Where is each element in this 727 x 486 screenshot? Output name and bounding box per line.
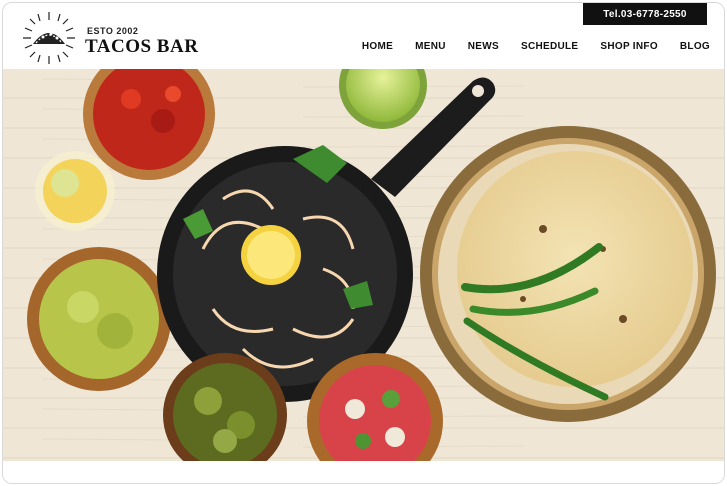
brand-name: TACOS BAR (85, 36, 199, 57)
browser-frame: ESTO 2002 TACOS BAR Tel.03-6778-2550 HOM… (2, 2, 725, 484)
page-bottom-strip (3, 461, 724, 483)
site-header: ESTO 2002 TACOS BAR Tel.03-6778-2550 HOM… (3, 3, 724, 69)
nav-news[interactable]: NEWS (468, 41, 499, 52)
drink-glass (35, 151, 115, 231)
tortilla-basket (420, 126, 716, 422)
established-year: ESTO 2002 (87, 26, 139, 36)
main-navigation: HOME MENU NEWS SCHEDULE SHOP INFO BLOG (340, 41, 710, 52)
food-spread-illustration (3, 69, 724, 461)
phone-number-badge[interactable]: Tel.03-6778-2550 (583, 3, 707, 25)
taco-logo-icon (23, 12, 75, 64)
nav-shop-info[interactable]: SHOP INFO (600, 41, 658, 52)
nav-blog[interactable]: BLOG (680, 41, 710, 52)
guacamole-bowl (27, 247, 171, 391)
site-logo[interactable]: ESTO 2002 TACOS BAR (19, 10, 229, 66)
nav-home[interactable]: HOME (362, 41, 393, 52)
nav-schedule[interactable]: SCHEDULE (521, 41, 578, 52)
nav-menu[interactable]: MENU (415, 41, 446, 52)
hero-food-image (3, 69, 724, 461)
